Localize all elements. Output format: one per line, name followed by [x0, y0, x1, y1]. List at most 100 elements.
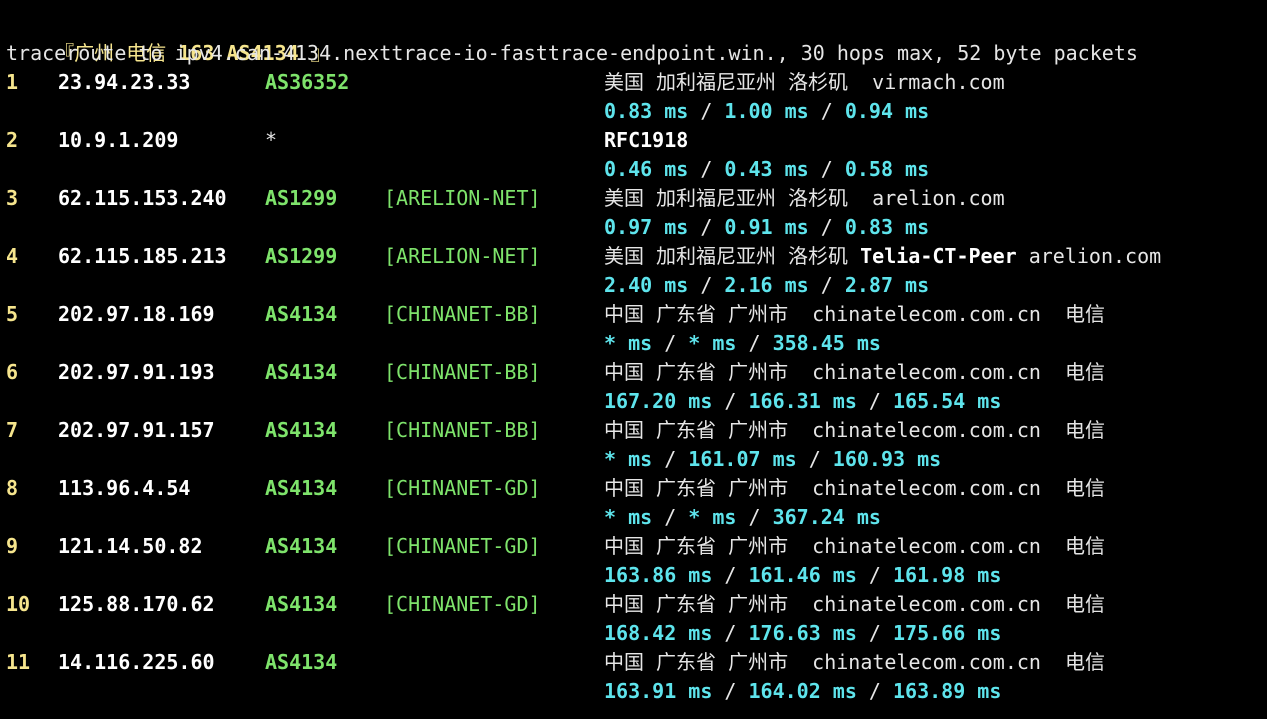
hop-asn: AS1299 — [265, 244, 338, 268]
rtt-separator: / — [688, 215, 725, 239]
rtt-value: 0.91 ms — [724, 215, 809, 239]
trace-header: 『广州 电信 163 AS4134 』 — [6, 10, 1267, 65]
hop-asn: AS4134 — [265, 302, 338, 326]
hop-geo-text: 美国 加利福尼亚州 洛杉矶 — [604, 244, 861, 268]
hop-number: 2 — [6, 128, 19, 152]
hop-ip: 62.115.185.213 — [58, 244, 227, 268]
hop-geo: 中国 广东省 广州市 chinatelecom.com.cn 电信 — [604, 300, 1105, 329]
hop-geo: 中国 广东省 广州市 chinatelecom.com.cn 电信 — [604, 590, 1105, 619]
hop-asn: * — [265, 128, 278, 152]
hop-geo-text: 美国 加利福尼亚州 洛杉矶 virmach.com — [604, 70, 1005, 94]
rtt-value: 164.02 ms — [748, 679, 857, 703]
hop-geo: 美国 加利福尼亚州 洛杉矶 virmach.com — [604, 68, 1005, 97]
hop-geo-bold: RFC1918 — [604, 128, 689, 152]
hop-number: 7 — [6, 418, 19, 442]
rtt-separator: / — [736, 331, 773, 355]
hop-rtt-row: * ms / 161.07 ms / 160.93 ms — [6, 445, 1267, 474]
hop-geo-text: 中国 广东省 广州市 chinatelecom.com.cn 电信 — [604, 302, 1106, 326]
hop-geo-text: 中国 广东省 广州市 chinatelecom.com.cn 电信 — [604, 418, 1106, 442]
rtt-value: 2.40 ms — [604, 273, 689, 297]
hop-ip: 202.97.91.157 — [58, 418, 215, 442]
rtt-value: * ms — [604, 331, 653, 355]
rtt-value: 167.20 ms — [604, 389, 713, 413]
hop-ip: 125.88.170.62 — [58, 592, 215, 616]
hop-asn: AS4134 — [265, 476, 338, 500]
hop-geo: 中国 广东省 广州市 chinatelecom.com.cn 电信 — [604, 648, 1105, 677]
hop-geo-text: 中国 广东省 广州市 chinatelecom.com.cn 电信 — [604, 534, 1106, 558]
hop-ip: 14.116.225.60 — [58, 650, 215, 674]
hop-rtt: * ms / * ms / 367.24 ms — [604, 503, 881, 532]
hop-asn: AS4134 — [265, 650, 338, 674]
hop-tag: [CHINANET-GD] — [384, 534, 541, 558]
rtt-separator: / — [736, 505, 773, 529]
rtt-value: 165.54 ms — [893, 389, 1002, 413]
rtt-separator: / — [712, 621, 749, 645]
hop-rtt: 168.42 ms / 176.63 ms / 175.66 ms — [604, 619, 1001, 648]
rtt-value: * ms — [604, 505, 653, 529]
rtt-value: * ms — [688, 331, 737, 355]
hop-row: 7 202.97.91.157 AS4134 [CHINANET-BB] 中国 广东省 … — [6, 416, 1267, 445]
hop-rtt: 163.91 ms / 164.02 ms / 163.89 ms — [604, 677, 1001, 706]
rtt-value: 367.24 ms — [772, 505, 881, 529]
rtt-value: 163.89 ms — [893, 679, 1002, 703]
hop-rtt: * ms / 161.07 ms / 160.93 ms — [604, 445, 941, 474]
hop-row: 11 14.116.225.60 AS4134 中国 广东省 广州市 chinatel… — [6, 648, 1267, 677]
hop-ip: 23.94.23.33 — [58, 70, 191, 94]
hop-number: 5 — [6, 302, 19, 326]
hop-list: 1 23.94.23.33 AS36352 美国 加利福尼亚州 洛杉矶 virmach… — [6, 68, 1267, 706]
hop-rtt: 0.97 ms / 0.91 ms / 0.83 ms — [604, 213, 929, 242]
hop-number: 9 — [6, 534, 19, 558]
hop-row: 10 125.88.170.62 AS4134 [CHINANET-GD] 中国 广东省… — [6, 590, 1267, 619]
hop-ip: 121.14.50.82 — [58, 534, 203, 558]
hop-geo-text: 中国 广东省 广州市 chinatelecom.com.cn 电信 — [604, 592, 1106, 616]
rtt-value: 168.42 ms — [604, 621, 713, 645]
hop-tag: [ARELION-NET] — [384, 186, 541, 210]
hop-asn: AS4134 — [265, 534, 338, 558]
rtt-value: 0.97 ms — [604, 215, 689, 239]
hop-rtt: 0.46 ms / 0.43 ms / 0.58 ms — [604, 155, 929, 184]
hop-row: 9 121.14.50.82 AS4134 [CHINANET-GD] 中国 广东省 广… — [6, 532, 1267, 561]
rtt-value: 161.98 ms — [893, 563, 1002, 587]
rtt-separator: / — [712, 389, 749, 413]
hop-rtt-row: 0.46 ms / 0.43 ms / 0.58 ms — [6, 155, 1267, 184]
rtt-separator: / — [808, 157, 845, 181]
rtt-value: 166.31 ms — [748, 389, 857, 413]
rtt-separator: / — [712, 563, 749, 587]
rtt-separator: / — [688, 157, 725, 181]
hop-geo: 中国 广东省 广州市 chinatelecom.com.cn 电信 — [604, 474, 1105, 503]
hop-rtt: 2.40 ms / 2.16 ms / 2.87 ms — [604, 271, 929, 300]
rtt-separator: / — [856, 679, 893, 703]
hop-rtt-row: 163.91 ms / 164.02 ms / 163.89 ms — [6, 677, 1267, 706]
rtt-value: 1.00 ms — [724, 99, 809, 123]
hop-rtt: * ms / * ms / 358.45 ms — [604, 329, 881, 358]
hop-ip: 202.97.91.193 — [58, 360, 215, 384]
hop-rtt-row: 163.86 ms / 161.46 ms / 161.98 ms — [6, 561, 1267, 590]
rtt-value: 0.83 ms — [844, 215, 930, 239]
hop-tag: [CHINANET-GD] — [384, 592, 541, 616]
hop-asn: AS1299 — [265, 186, 338, 210]
hop-number: 8 — [6, 476, 19, 500]
hop-tag: [CHINANET-BB] — [384, 418, 541, 442]
rtt-separator: / — [652, 447, 689, 471]
rtt-value: 0.43 ms — [724, 157, 809, 181]
terminal-window[interactable]: 『广州 电信 163 AS4134 』 traceroute to ipv4.c… — [0, 0, 1267, 719]
hop-tag: [CHINANET-BB] — [384, 302, 541, 326]
rtt-separator: / — [856, 389, 893, 413]
rtt-value: 0.83 ms — [604, 99, 689, 123]
rtt-separator: / — [652, 331, 689, 355]
hop-rtt: 0.83 ms / 1.00 ms / 0.94 ms — [604, 97, 929, 126]
rtt-value: 163.91 ms — [604, 679, 713, 703]
hop-number: 10 — [6, 592, 31, 616]
hop-geo: 中国 广东省 广州市 chinatelecom.com.cn 电信 — [604, 532, 1105, 561]
rtt-value: 0.46 ms — [604, 157, 689, 181]
rtt-value: 0.58 ms — [844, 157, 930, 181]
hop-tag: [CHINANET-BB] — [384, 360, 541, 384]
hop-ip: 113.96.4.54 — [58, 476, 191, 500]
hop-row: 6 202.97.91.193 AS4134 [CHINANET-BB] 中国 广东省 … — [6, 358, 1267, 387]
hop-number: 1 — [6, 70, 19, 94]
traceroute-command-line: traceroute to ipv4.can-4134.nexttrace-io… — [6, 41, 1138, 65]
hop-number: 3 — [6, 186, 19, 210]
rtt-value: 2.16 ms — [724, 273, 809, 297]
rtt-value: * ms — [604, 447, 653, 471]
hop-row: 4 62.115.185.213 AS1299 [ARELION-NET] 美国 加利福… — [6, 242, 1267, 271]
